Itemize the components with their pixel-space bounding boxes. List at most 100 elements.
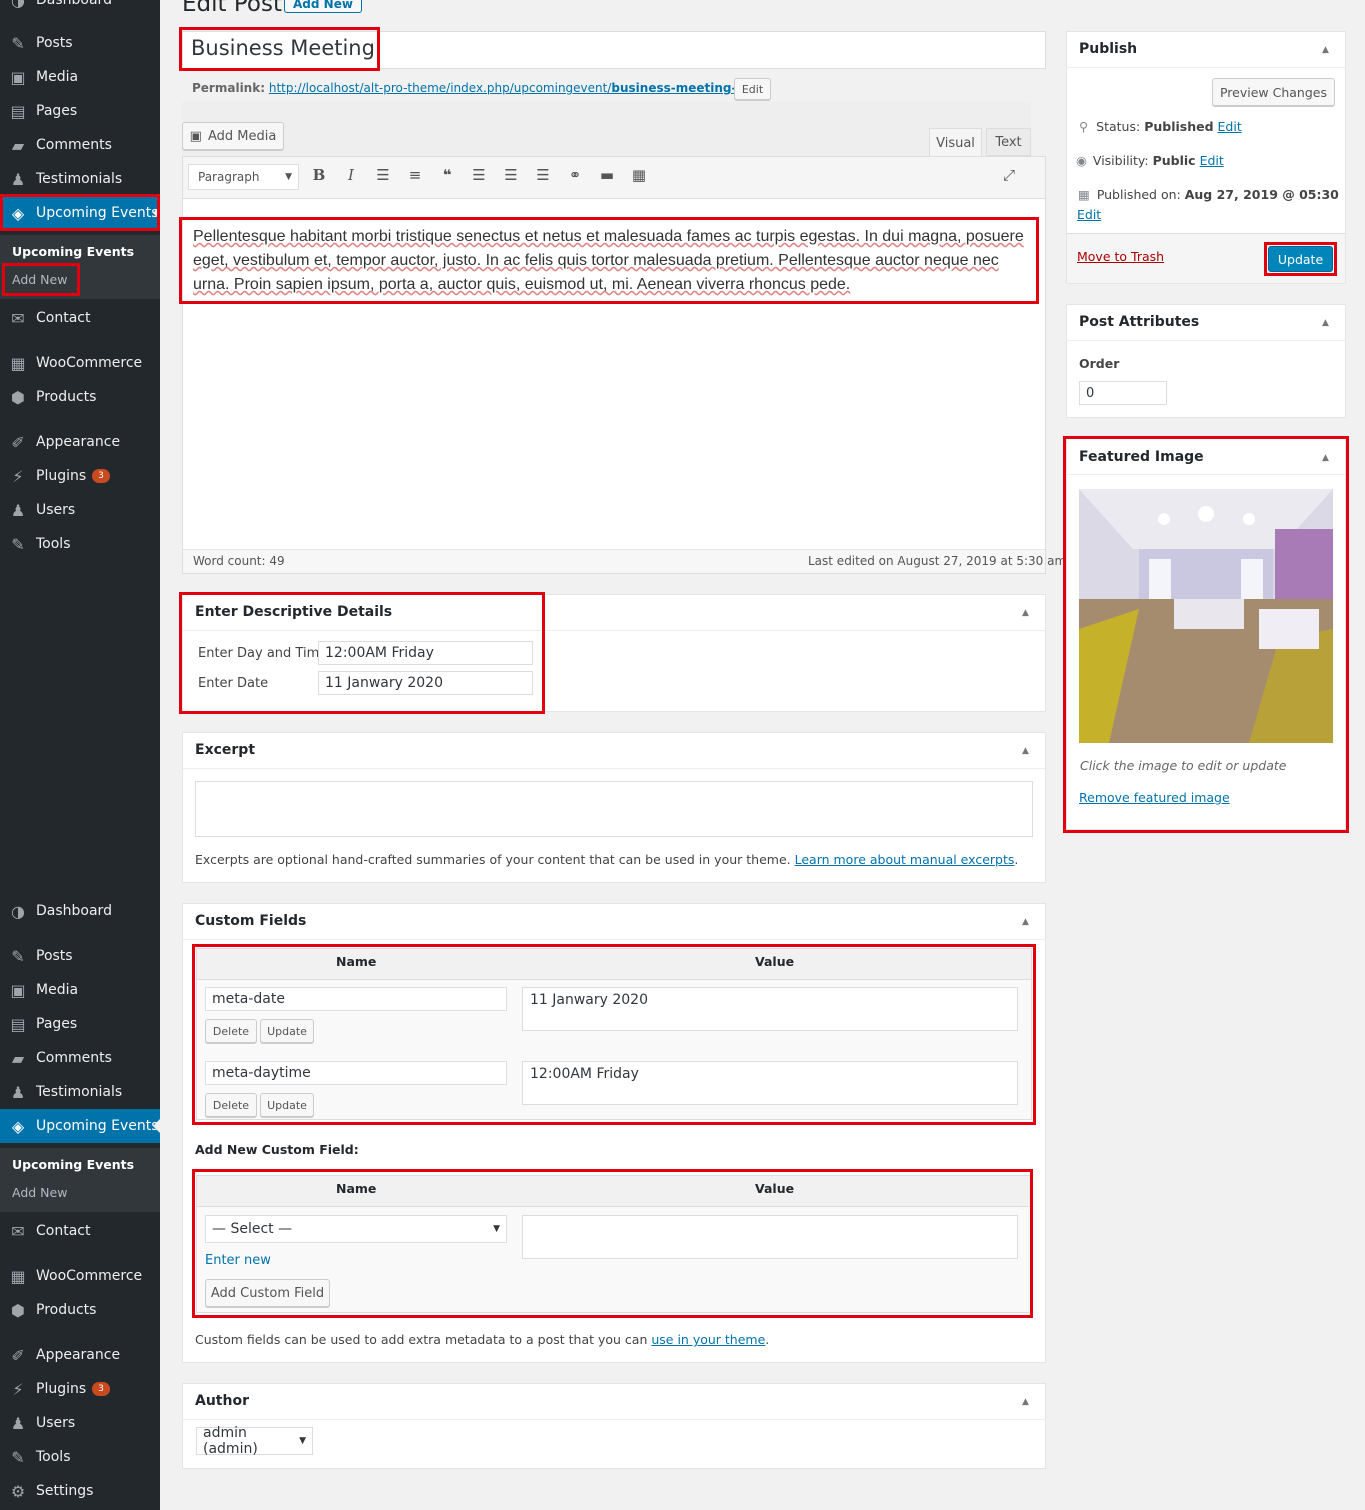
day-input[interactable]: 12:00AM Friday [318, 641, 533, 665]
submenu-title[interactable]: Upcoming Events [12, 1157, 134, 1172]
sidebar-item-upcoming-events[interactable]: ◈ Upcoming Events [0, 196, 160, 230]
sidebar-item-testimonials[interactable]: ♟ Testimonials [0, 162, 160, 196]
featured-image[interactable] [1079, 489, 1333, 743]
sidebar-item-appearance[interactable]: ✐ Appearance [0, 425, 160, 459]
fullscreen-icon[interactable]: ⤢ [997, 166, 1021, 184]
sidebar-item-testimonials[interactable]: ♟ Testimonials [0, 1075, 160, 1109]
date-input[interactable]: 11 Janwary 2020 [318, 671, 533, 695]
cf-name-input[interactable]: meta-date [205, 987, 507, 1011]
bold-icon[interactable]: B [307, 166, 331, 184]
permalink-link[interactable]: http://localhost/alt-pro-theme/index.php… [269, 81, 749, 95]
submenu-2: Upcoming Events Add New [0, 1148, 160, 1212]
format-select[interactable]: Paragraph ▼ [188, 164, 299, 190]
media-icon: ▣ [10, 980, 26, 1000]
cf-delete-button[interactable]: Delete [205, 1019, 257, 1043]
sidebar-item-products[interactable]: ⬢ Products [0, 380, 160, 414]
submenu-add-new[interactable]: Add New [12, 272, 67, 287]
submenu-add-new[interactable]: Add New [12, 1185, 67, 1200]
cf-name-input[interactable]: meta-daytime [205, 1061, 507, 1085]
sidebar-item-users[interactable]: ♟ Users [0, 493, 160, 527]
cf-update-button[interactable]: Update [260, 1093, 314, 1117]
remove-featured-image-link[interactable]: Remove featured image [1079, 790, 1230, 805]
sidebar-item-posts[interactable]: ✎ Posts [0, 939, 160, 973]
excerpt-textarea[interactable] [195, 781, 1033, 837]
add-media-button[interactable]: ▣ Add Media [182, 122, 284, 150]
title-input[interactable]: Business Meeting [191, 36, 375, 60]
products-icon: ⬢ [11, 1300, 25, 1320]
cf-update-button[interactable]: Update [260, 1019, 314, 1043]
cf-value-textarea[interactable]: 11 Janwary 2020 [522, 987, 1018, 1031]
align-right-icon[interactable]: ☰ [531, 166, 555, 184]
sidebar-item-label: WooCommerce [36, 355, 143, 371]
cf-new-value-textarea[interactable] [522, 1215, 1018, 1259]
sidebar-item-woocommerce[interactable]: ▦ WooCommerce [0, 346, 160, 380]
collapse-icon[interactable]: ▲ [1322, 45, 1329, 55]
align-center-icon[interactable]: ☰ [499, 166, 523, 184]
order-input[interactable]: 0 [1079, 381, 1167, 405]
sidebar-item-plugins[interactable]: ⚡ Plugins 3 [0, 1372, 160, 1406]
cf-new-col-value: Value [755, 1181, 795, 1196]
sidebar-item-media[interactable]: ▣ Media [0, 973, 160, 1007]
sidebar-item-comments[interactable]: ▰ Comments [0, 128, 160, 162]
add-custom-field-button[interactable]: Add Custom Field [205, 1279, 330, 1307]
editor-content[interactable]: Pellentesque habitant morbi tristique se… [193, 225, 1033, 297]
sidebar-item-upcoming-events-2[interactable]: ◈ Upcoming Events [0, 1109, 160, 1143]
published-edit-link[interactable]: Edit [1077, 207, 1101, 222]
sidebar-item-comments[interactable]: ▰ Comments [0, 1041, 160, 1075]
cf-key-select[interactable]: — Select — ▼ [205, 1215, 507, 1243]
preview-changes-button[interactable]: Preview Changes [1212, 78, 1335, 106]
sidebar-item-woocommerce[interactable]: ▦ WooCommerce [0, 1259, 160, 1293]
plugins-icon: ⚡ [12, 1379, 24, 1399]
featured-image-caption: Click the image to edit or update [1080, 758, 1287, 773]
tab-text[interactable]: Text [986, 128, 1031, 156]
visibility-edit-link[interactable]: Edit [1200, 153, 1224, 168]
collapse-icon[interactable]: ▲ [1022, 608, 1029, 618]
cf-value-textarea[interactable]: 12:00AM Friday [522, 1061, 1018, 1105]
sidebar-item-tools[interactable]: ✎ Tools [0, 527, 160, 561]
collapse-icon[interactable]: ▲ [1022, 1397, 1029, 1407]
sidebar-item-plugins[interactable]: ⚡ Plugins 3 [0, 459, 160, 493]
cf-delete-button[interactable]: Delete [205, 1093, 257, 1117]
tab-visual[interactable]: Visual [929, 128, 982, 157]
toolbar-toggle-icon[interactable]: ▦ [627, 166, 651, 184]
move-to-trash-link[interactable]: Move to Trash [1077, 249, 1164, 264]
sidebar-item-dashboard[interactable]: ◑ Dashboard [0, 0, 160, 17]
link-icon[interactable]: ⚭ [563, 166, 587, 184]
users-icon: ♟ [10, 500, 26, 520]
blockquote-icon[interactable]: ❝ [435, 166, 459, 184]
collapse-icon[interactable]: ▲ [1022, 917, 1029, 927]
sidebar-item-posts[interactable]: ✎ Posts [0, 26, 160, 60]
collapse-icon[interactable]: ▲ [1022, 746, 1029, 756]
bullet-list-icon[interactable]: ☰ [371, 166, 395, 184]
sidebar-item-pages[interactable]: ▤ Pages [0, 94, 160, 128]
collapse-icon[interactable]: ▲ [1322, 318, 1329, 328]
sidebar-item-media[interactable]: ▣ Media [0, 60, 160, 94]
numbered-list-icon[interactable]: ≡ [403, 166, 427, 184]
permalink-edit-button[interactable]: Edit [734, 78, 771, 100]
sidebar-item-contact[interactable]: ✉ Contact [0, 301, 160, 335]
tag-icon: ◈ [11, 1116, 25, 1136]
collapse-icon[interactable]: ▲ [1322, 453, 1329, 463]
read-more-icon[interactable]: ▬ [595, 166, 619, 184]
custom-fields-help-link[interactable]: use in your theme [651, 1332, 765, 1347]
align-left-icon[interactable]: ☰ [467, 166, 491, 184]
sidebar-item-dashboard[interactable]: ◑ Dashboard [0, 894, 160, 928]
divider [183, 1419, 1045, 1420]
author-select[interactable]: admin (admin) ▼ [196, 1425, 313, 1457]
status-edit-link[interactable]: Edit [1218, 119, 1242, 134]
sidebar-item-settings[interactable]: ⚙ Settings [0, 1474, 160, 1508]
sidebar-item-users[interactable]: ♟ Users [0, 1406, 160, 1440]
sidebar-item-tools[interactable]: ✎ Tools [0, 1440, 160, 1474]
sidebar-item-contact[interactable]: ✉ Contact [0, 1214, 160, 1248]
sidebar-item-appearance[interactable]: ✐ Appearance [0, 1338, 160, 1372]
enter-new-link[interactable]: Enter new [205, 1253, 271, 1268]
sidebar-item-pages[interactable]: ▤ Pages [0, 1007, 160, 1041]
excerpt-help-link[interactable]: Learn more about manual excerpts [795, 852, 1015, 867]
editor-tools [182, 102, 1031, 156]
update-button[interactable]: Update [1268, 246, 1333, 272]
submenu-title[interactable]: Upcoming Events [12, 244, 134, 259]
sidebar-item-label: Tools [36, 1449, 71, 1465]
italic-icon[interactable]: I [339, 166, 363, 184]
sidebar-item-products[interactable]: ⬢ Products [0, 1293, 160, 1327]
add-new-button[interactable]: Add New [284, 0, 362, 13]
